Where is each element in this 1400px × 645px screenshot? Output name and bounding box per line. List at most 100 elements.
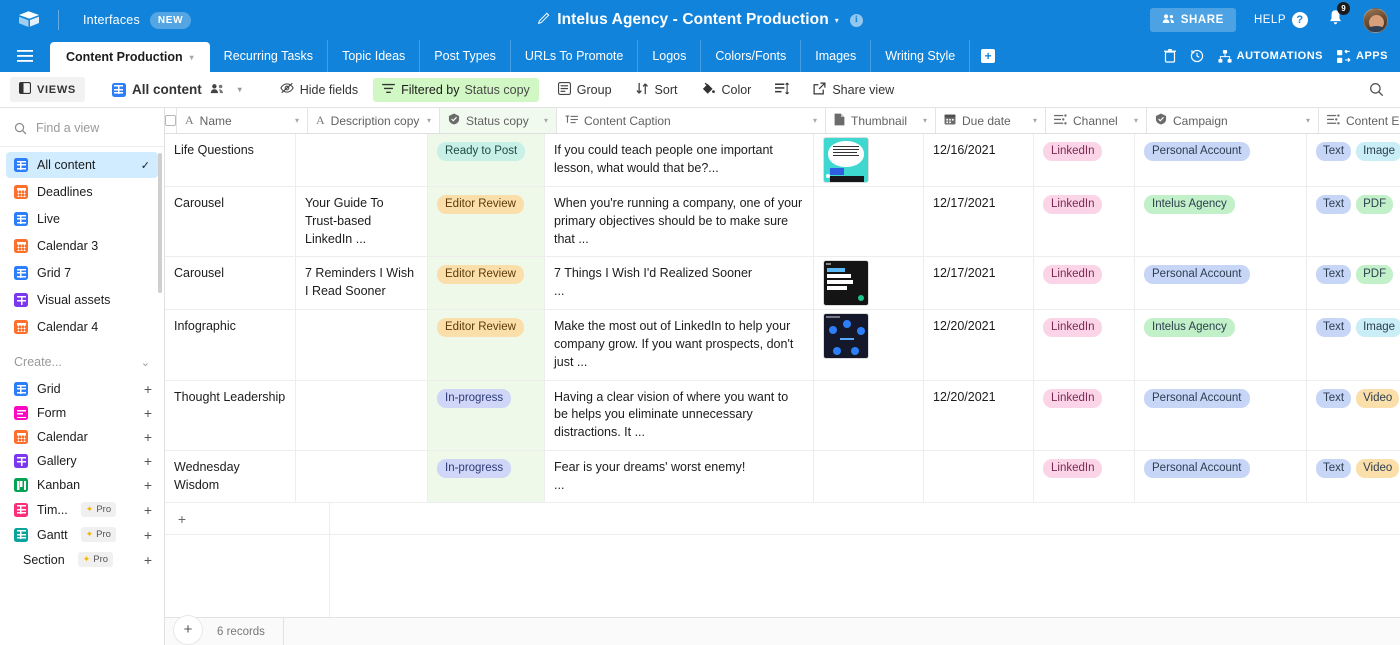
column-header-channel[interactable]: Channel ▾ — [1046, 108, 1147, 133]
create-item-add-icon[interactable]: + — [144, 553, 152, 567]
column-header-status-copy[interactable]: Status copy ▾ — [440, 108, 557, 133]
avatar[interactable] — [1363, 7, 1388, 33]
chevron-down-icon[interactable]: ▾ — [295, 116, 299, 125]
airtable-logo-icon[interactable] — [0, 10, 58, 30]
create-grid[interactable]: Grid + — [0, 377, 164, 401]
cell-name[interactable]: Wednesday Wisdom — [165, 450, 296, 503]
apps-button[interactable]: APPS — [1337, 49, 1388, 63]
cell-content-elements[interactable]: Text PDF — [1307, 257, 1400, 309]
cell-channel[interactable]: LinkedIn — [1034, 134, 1135, 186]
share-button[interactable]: SHARE — [1149, 8, 1236, 32]
cell-channel[interactable]: LinkedIn — [1034, 450, 1135, 503]
cell-thumbnail[interactable] — [814, 187, 924, 257]
thumbnail-image[interactable] — [823, 313, 869, 360]
cell-thumbnail[interactable] — [814, 134, 924, 186]
cell-status[interactable]: Ready to Post — [428, 134, 545, 186]
cell-campaign[interactable]: Personal Account — [1135, 134, 1307, 186]
share-view-button[interactable]: Share view — [804, 77, 903, 103]
create-item-add-icon[interactable]: + — [144, 406, 152, 420]
create-gallery[interactable]: Gallery + — [0, 449, 164, 473]
cell-campaign[interactable]: Personal Account — [1135, 450, 1307, 503]
column-header-thumbnail[interactable]: Thumbnail ▾ — [826, 108, 936, 133]
cell-due-date[interactable]: 12/16/2021 — [924, 134, 1034, 186]
cell-thumbnail[interactable] — [814, 310, 924, 380]
hamburger-menu-icon[interactable] — [0, 40, 50, 72]
cell-due-date[interactable]: 12/17/2021 — [924, 187, 1034, 257]
create-item-add-icon[interactable]: + — [144, 454, 152, 468]
select-all-checkbox[interactable] — [165, 108, 177, 133]
table-row[interactable]: 3Carousel7 Reminders I Wish I Read Soone… — [165, 257, 1400, 311]
cell-campaign[interactable]: Intelus Agency — [1135, 310, 1307, 380]
cell-due-date[interactable] — [924, 450, 1034, 503]
cell-channel[interactable]: LinkedIn — [1034, 310, 1135, 380]
tab-urls-to-promote[interactable]: URLs To Promote — [511, 40, 639, 72]
table-row[interactable]: 1Life QuestionsReady to PostIf you could… — [165, 134, 1400, 187]
cell-campaign[interactable]: Personal Account — [1135, 380, 1307, 450]
cell-caption[interactable]: Make the most out of LinkedIn to help yo… — [545, 310, 814, 380]
automations-button[interactable]: AUTOMATIONS — [1218, 49, 1323, 63]
create-item-add-icon[interactable]: + — [144, 430, 152, 444]
sidebar-view-live[interactable]: Live — [6, 206, 158, 232]
cell-name[interactable]: Carousel — [165, 257, 296, 310]
cell-description[interactable] — [296, 134, 428, 186]
cell-channel[interactable]: LinkedIn — [1034, 187, 1135, 257]
color-button[interactable]: Color — [692, 77, 760, 103]
current-view-button[interactable]: All content ▾ — [103, 77, 251, 102]
cell-thumbnail[interactable] — [814, 450, 924, 503]
chevron-down-icon[interactable]: ▾ — [835, 16, 839, 25]
chevron-down-icon[interactable]: ▾ — [190, 53, 194, 62]
cell-status[interactable]: Editor Review — [428, 310, 545, 380]
cell-description[interactable] — [296, 380, 428, 450]
cell-campaign[interactable]: Intelus Agency — [1135, 187, 1307, 257]
group-button[interactable]: Group — [549, 77, 621, 103]
add-table-button[interactable]: + — [970, 40, 1006, 72]
cell-name[interactable]: Infographic — [165, 310, 296, 380]
add-record-icon[interactable]: + — [165, 511, 199, 527]
cell-thumbnail[interactable] — [814, 257, 924, 310]
base-title[interactable]: Intelus Agency - Content Production — [557, 11, 829, 29]
cell-caption[interactable]: Having a clear vision of where you want … — [545, 380, 814, 450]
cell-due-date[interactable]: 12/20/2021 — [924, 310, 1034, 380]
create-item-add-icon[interactable]: + — [144, 503, 152, 517]
cell-thumbnail[interactable] — [814, 380, 924, 450]
create-item-add-icon[interactable]: + — [144, 382, 152, 396]
cell-content-elements[interactable]: Text Image — [1307, 134, 1400, 186]
trash-button[interactable] — [1163, 49, 1176, 63]
tab-logos[interactable]: Logos — [638, 40, 702, 72]
cell-due-date[interactable]: 12/17/2021 — [924, 257, 1034, 310]
cell-campaign[interactable]: Personal Account — [1135, 257, 1307, 310]
chevron-down-icon[interactable]: ▾ — [813, 116, 817, 125]
footer-add-record-button[interactable]: + — [173, 614, 203, 645]
column-header-campaign[interactable]: Campaign ▾ — [1147, 108, 1319, 133]
column-header-content-eleme[interactable]: Content Eleme — [1319, 108, 1400, 133]
cell-description[interactable] — [296, 310, 428, 380]
tab-topic-ideas[interactable]: Topic Ideas — [328, 40, 421, 72]
create-kanban[interactable]: Kanban + — [0, 473, 164, 497]
thumbnail-image[interactable] — [823, 260, 869, 307]
cell-name[interactable]: Carousel — [165, 187, 296, 257]
cell-status[interactable]: In-progress — [428, 450, 545, 503]
find-view-input[interactable]: Find a view — [0, 108, 164, 147]
chevron-down-icon[interactable]: ▾ — [238, 85, 242, 94]
cell-content-elements[interactable]: Text Video — [1307, 381, 1400, 450]
table-row[interactable]: 4InfographicEditor ReviewMake the most o… — [165, 310, 1400, 381]
cell-description[interactable] — [296, 450, 428, 503]
cell-status[interactable]: Editor Review — [428, 187, 545, 257]
tab-recurring-tasks[interactable]: Recurring Tasks — [210, 40, 329, 72]
cell-due-date[interactable]: 12/20/2021 — [924, 380, 1034, 450]
table-row[interactable]: 5Thought LeadershipIn-progressHaving a c… — [165, 380, 1400, 451]
create-section-header[interactable]: Create... ⌄ — [0, 341, 164, 377]
cell-status[interactable]: Editor Review — [428, 257, 545, 310]
filter-button[interactable]: Filtered by Status copy — [373, 77, 539, 102]
sidebar-view-all-content[interactable]: All content ✓ — [6, 152, 158, 178]
tab-colors-fonts[interactable]: Colors/Fonts — [701, 40, 802, 72]
cell-content-elements[interactable]: Text PDF — [1307, 187, 1400, 256]
create-gantt[interactable]: Gantt ✦ Pro + — [0, 522, 164, 547]
cell-description[interactable]: 7 Reminders I Wish I Read Sooner — [296, 257, 428, 310]
history-button[interactable] — [1190, 49, 1204, 63]
chevron-down-icon[interactable]: ▾ — [1033, 116, 1037, 125]
cell-caption[interactable]: 7 Things I Wish I'd Realized Sooner ... — [545, 257, 814, 310]
cell-content-elements[interactable]: Text Video — [1307, 451, 1400, 503]
column-header-description-copy[interactable]: A Description copy ▾ — [308, 108, 440, 133]
create-item-add-icon[interactable]: + — [144, 478, 152, 492]
